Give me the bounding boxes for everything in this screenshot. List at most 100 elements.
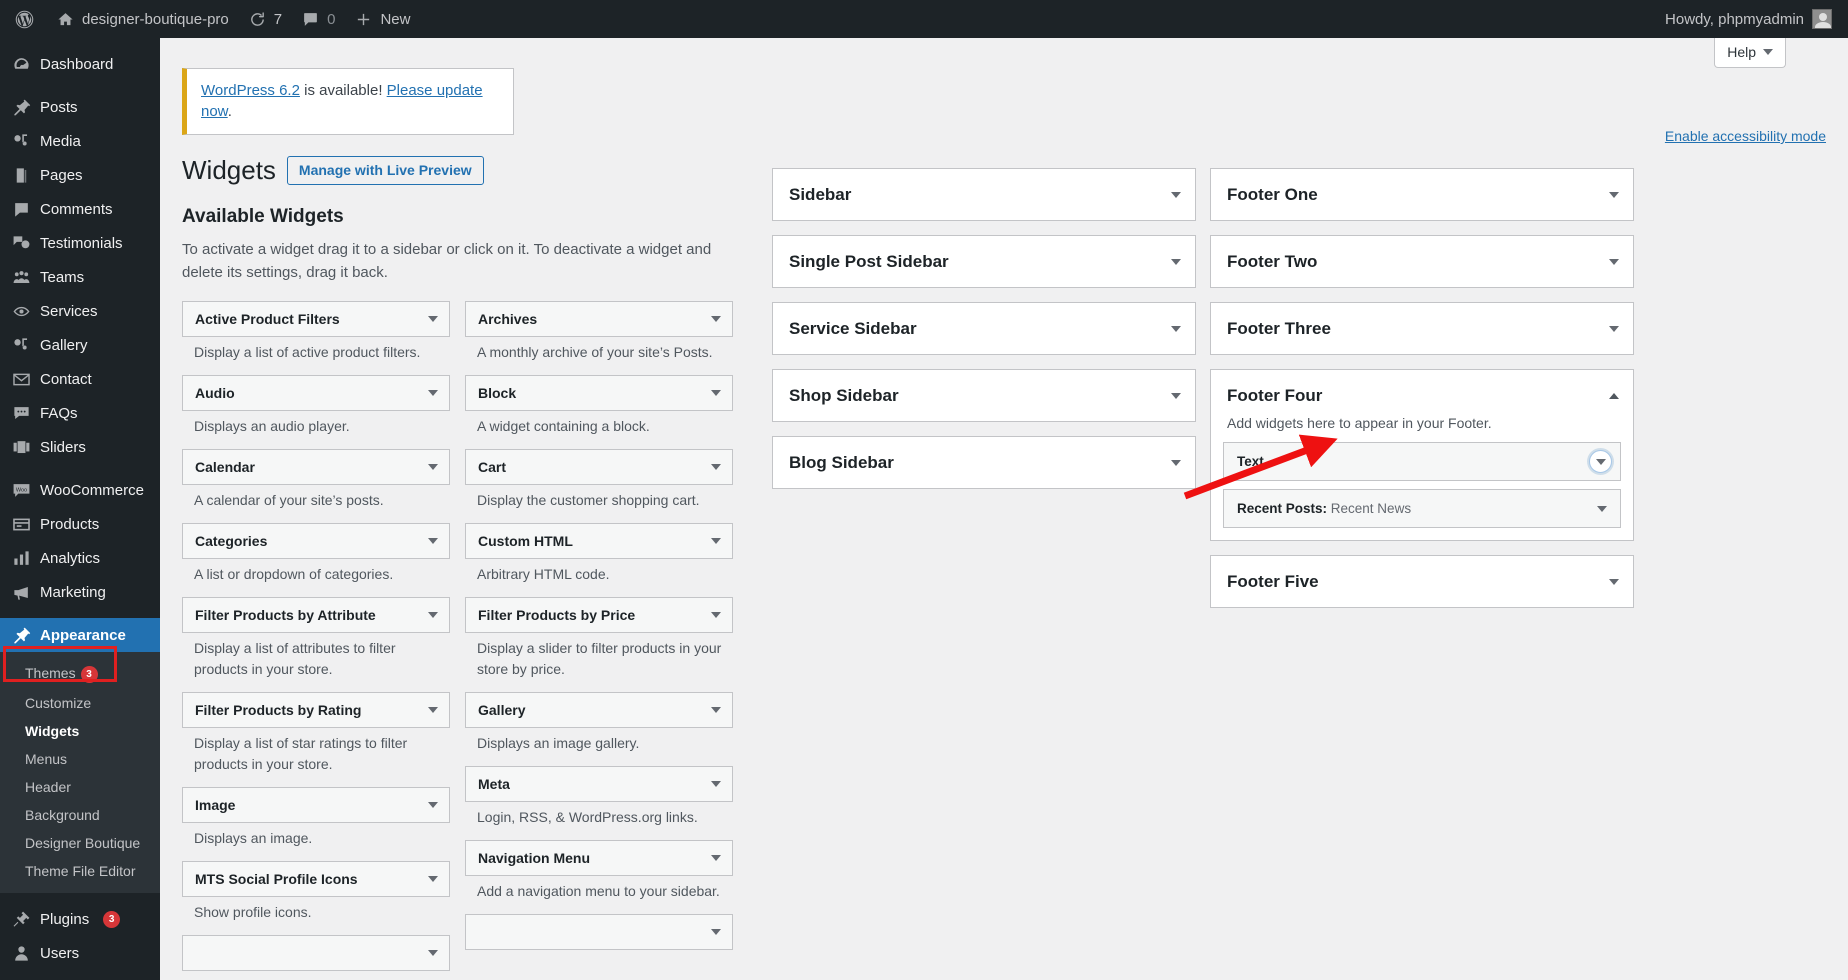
updates-button[interactable]: 7 — [239, 0, 292, 38]
widget-card[interactable] — [182, 934, 450, 971]
sidebar-panel-header[interactable]: Single Post Sidebar — [773, 236, 1195, 287]
chevron-down-icon[interactable] — [428, 949, 438, 956]
chevron-up-icon[interactable] — [1609, 392, 1619, 399]
widget-card[interactable]: Cart — [465, 448, 733, 485]
chevron-down-icon[interactable] — [1171, 392, 1181, 399]
sidebar-item-label: Products — [40, 515, 100, 533]
chevron-down-icon[interactable] — [1171, 191, 1181, 198]
chevron-down-icon[interactable] — [711, 389, 721, 396]
chevron-down-icon[interactable] — [711, 706, 721, 713]
sidebar-panel-header[interactable]: Blog Sidebar — [773, 437, 1195, 488]
comments-button[interactable]: 0 — [292, 0, 345, 38]
chevron-down-icon[interactable] — [428, 611, 438, 618]
assigned-widget-text[interactable]: Text — [1223, 442, 1621, 481]
assigned-widget-recent-posts[interactable]: Recent Posts: Recent News — [1223, 489, 1621, 528]
chevron-down-icon[interactable] — [1609, 578, 1619, 585]
widget-card[interactable]: Gallery — [465, 691, 733, 728]
chevron-down-icon[interactable] — [1171, 325, 1181, 332]
sidebar-item-gallery[interactable]: Gallery — [0, 328, 160, 362]
chevron-down-icon[interactable] — [1597, 505, 1607, 512]
sidebar-item-dashboard[interactable]: Dashboard — [0, 47, 160, 81]
widget-card[interactable]: Block — [465, 374, 733, 411]
widget-card[interactable]: Filter Products by Price — [465, 596, 733, 633]
sidebar-item-designer-boutique[interactable]: Designer Boutique — [0, 829, 160, 857]
widget-card[interactable]: Custom HTML — [465, 522, 733, 559]
chevron-down-icon[interactable] — [428, 389, 438, 396]
widget-card[interactable]: Calendar — [182, 448, 450, 485]
sidebar-item-plugins[interactable]: Plugins 3 — [0, 902, 160, 936]
sidebar-item-teams[interactable]: Teams — [0, 260, 160, 294]
sidebar-item-sliders[interactable]: Sliders — [0, 430, 160, 464]
widget-card[interactable]: Active Product Filters — [182, 300, 450, 337]
enable-accessibility-mode-link[interactable]: Enable accessibility mode — [1665, 128, 1826, 144]
chevron-down-icon[interactable] — [428, 463, 438, 470]
menu-separator — [0, 893, 160, 902]
sidebar-panel-header[interactable]: Sidebar — [773, 169, 1195, 220]
new-content-button[interactable]: New — [345, 0, 420, 38]
sidebar-item-marketing[interactable]: Marketing — [0, 575, 160, 609]
sidebar-item-customize[interactable]: Customize — [0, 689, 160, 717]
sidebar-item-menus[interactable]: Menus — [0, 745, 160, 773]
sidebar-panel-header[interactable]: Service Sidebar — [773, 303, 1195, 354]
widget-card[interactable] — [465, 913, 733, 950]
sidebar-item-appearance[interactable]: Appearance — [0, 618, 160, 652]
sidebar-item-header[interactable]: Header — [0, 773, 160, 801]
wordpress-version-link[interactable]: WordPress 6.2 — [201, 82, 300, 99]
sidebar-item-contact[interactable]: Contact — [0, 362, 160, 396]
sidebar-item-users[interactable]: Users — [0, 936, 160, 970]
sidebar-panel-header[interactable]: Shop Sidebar — [773, 370, 1195, 421]
chevron-down-icon[interactable] — [711, 537, 721, 544]
chevron-down-icon[interactable] — [428, 315, 438, 322]
widget-card[interactable]: Meta — [465, 765, 733, 802]
sidebar-panel-header[interactable]: Footer Two — [1211, 236, 1633, 287]
sidebar-panel-header[interactable]: Footer Three — [1211, 303, 1633, 354]
chevron-down-icon[interactable] — [1609, 191, 1619, 198]
widget-card[interactable]: Filter Products by Attribute — [182, 596, 450, 633]
chevron-down-icon[interactable] — [711, 463, 721, 470]
sidebar-item-widgets[interactable]: Widgets — [0, 717, 160, 745]
widget-card[interactable]: Archives — [465, 300, 733, 337]
sidebar-panel-header[interactable]: Footer Four — [1211, 370, 1633, 421]
chevron-down-icon[interactable] — [1609, 258, 1619, 265]
chevron-down-icon[interactable] — [1171, 258, 1181, 265]
widget-card[interactable]: Filter Products by Rating — [182, 691, 450, 728]
my-account-menu[interactable]: Howdy, phpmyadmin — [1655, 0, 1848, 38]
sidebar-item-posts[interactable]: Posts — [0, 90, 160, 124]
sidebar-item-woocommerce[interactable]: Woo WooCommerce — [0, 473, 160, 507]
chevron-down-icon[interactable] — [711, 611, 721, 618]
sidebar-panel-header[interactable]: Footer Five — [1211, 556, 1633, 607]
sidebar-item-pages[interactable]: Pages — [0, 158, 160, 192]
sidebar-item-background[interactable]: Background — [0, 801, 160, 829]
manage-with-live-preview-button[interactable]: Manage with Live Preview — [286, 156, 484, 186]
chevron-down-icon[interactable] — [1171, 459, 1181, 466]
sidebar-item-comments[interactable]: Comments — [0, 192, 160, 226]
sidebar-item-label: Dashboard — [40, 55, 114, 73]
sidebar-item-faqs[interactable]: FAQs — [0, 396, 160, 430]
chevron-down-icon[interactable] — [711, 928, 721, 935]
sidebar-item-media[interactable]: Media — [0, 124, 160, 158]
widget-card[interactable]: Image — [182, 786, 450, 823]
chevron-down-icon[interactable] — [428, 706, 438, 713]
widget-card[interactable]: Navigation Menu — [465, 839, 733, 876]
sidebar-item-products[interactable]: Products — [0, 507, 160, 541]
widget-card[interactable]: Categories — [182, 522, 450, 559]
chevron-down-icon[interactable] — [711, 854, 721, 861]
sidebar-item-themes[interactable]: Themes 3 — [0, 659, 160, 689]
chevron-down-icon[interactable] — [1609, 325, 1619, 332]
widget-card[interactable]: Audio — [182, 374, 450, 411]
site-name-menu[interactable]: designer-boutique-pro — [47, 0, 239, 38]
chevron-down-icon[interactable] — [428, 801, 438, 808]
sidebar-panel-header[interactable]: Footer One — [1211, 169, 1633, 220]
widget-card[interactable]: MTS Social Profile Icons — [182, 860, 450, 897]
sidebar-item-theme-file-editor[interactable]: Theme File Editor — [0, 857, 160, 885]
wp-logo-button[interactable] — [0, 0, 47, 38]
widget-expand-toggle-focused[interactable] — [1589, 450, 1612, 473]
sidebar-item-services[interactable]: Services — [0, 294, 160, 328]
chevron-down-icon[interactable] — [428, 537, 438, 544]
help-tab-button[interactable]: Help — [1714, 38, 1786, 68]
chevron-down-icon[interactable] — [428, 875, 438, 882]
chevron-down-icon[interactable] — [711, 315, 721, 322]
chevron-down-icon[interactable] — [711, 780, 721, 787]
sidebar-item-testimonials[interactable]: Testimonials — [0, 226, 160, 260]
sidebar-item-analytics[interactable]: Analytics — [0, 541, 160, 575]
